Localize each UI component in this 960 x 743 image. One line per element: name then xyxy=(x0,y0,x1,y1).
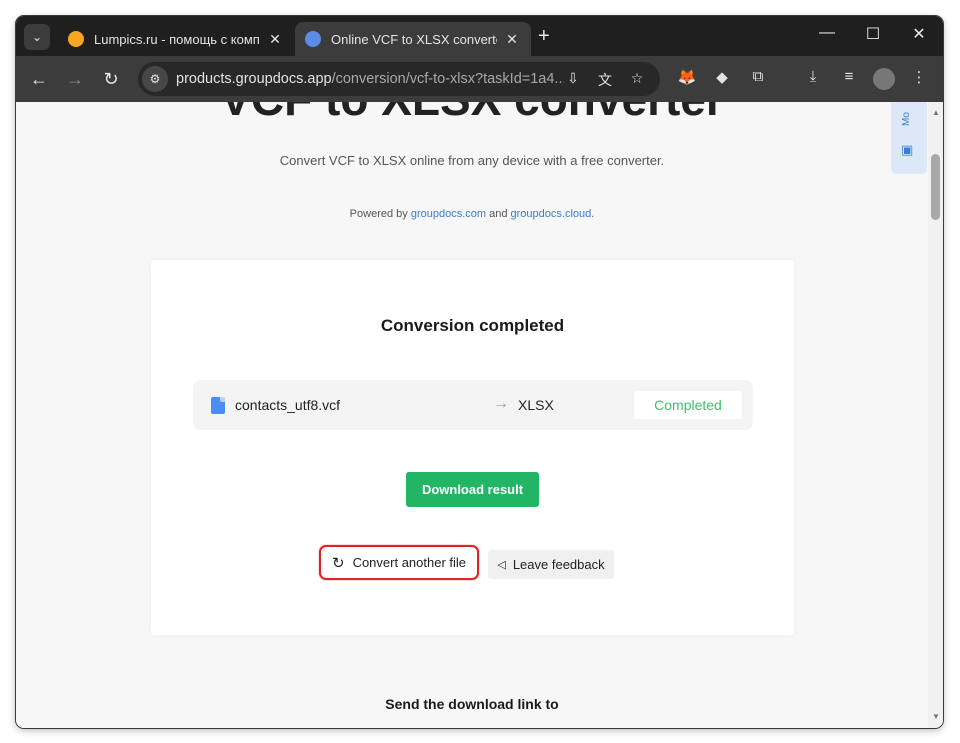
tab-search-button[interactable]: ⌄ xyxy=(24,24,50,50)
file-name: contacts_utf8.vcf xyxy=(235,397,341,413)
scroll-thumb[interactable] xyxy=(931,154,940,220)
target-format: XLSX xyxy=(518,397,554,413)
arrow-left-icon: ← xyxy=(30,68,48,89)
groupdocs-favicon-icon xyxy=(305,31,321,47)
tab-lumpics[interactable]: Lumpics.ru - помощь с компью ✕ xyxy=(58,22,294,56)
file-icon xyxy=(211,397,225,414)
convert-another-label: Convert another file xyxy=(352,555,467,570)
install-app-icon[interactable]: ⇩ xyxy=(564,70,582,88)
extension-fox-icon[interactable]: 🦊 xyxy=(676,68,698,90)
close-icon[interactable]: ✕ xyxy=(503,31,521,48)
download-result-button[interactable]: Download result xyxy=(406,472,539,507)
url-text[interactable]: products.groupdocs.app/conversion/vcf-to… xyxy=(176,71,564,87)
chevron-down-icon: ⌄ xyxy=(31,30,43,44)
new-tab-button[interactable]: + xyxy=(538,25,550,48)
arrow-right-icon: → xyxy=(66,68,84,89)
scroll-up-icon[interactable]: ▲ xyxy=(932,108,940,117)
maximize-button[interactable]: ☐ xyxy=(858,24,888,44)
leave-feedback-label: Leave feedback xyxy=(512,557,605,572)
arrow-right-icon: → xyxy=(493,395,509,412)
status-badge: Completed xyxy=(634,391,742,419)
url-host: products.groupdocs.app xyxy=(176,71,332,87)
back-button[interactable]: ← xyxy=(27,67,51,91)
groupdocs-cloud-link[interactable]: groupdocs.cloud xyxy=(511,208,592,220)
lumpics-favicon-icon xyxy=(68,31,84,47)
minimize-button[interactable]: — xyxy=(812,24,842,42)
speaker-icon: ◁ xyxy=(497,559,506,571)
page-title: VCF to XLSX converter xyxy=(16,102,928,126)
card-title: Conversion completed xyxy=(380,316,565,335)
page-content: VCF to XLSX converter Convert VCF to XLS… xyxy=(16,102,943,728)
side-widget[interactable]: Mo ▣ xyxy=(891,102,927,174)
profile-avatar[interactable] xyxy=(873,68,895,90)
app-icon: ▣ xyxy=(901,142,914,157)
refresh-icon: ↻ xyxy=(331,554,345,572)
tab-title: Lumpics.ru - помощь с компью xyxy=(94,31,260,47)
tab-groupdocs[interactable]: Online VCF to XLSX converter | G ✕ xyxy=(295,22,531,56)
reload-icon: ↻ xyxy=(103,68,119,89)
extension-shield-icon[interactable]: ◆ xyxy=(711,68,733,90)
tab-title: Online VCF to XLSX converter | G xyxy=(331,31,497,47)
conversion-card: Conversion completed contacts_utf8.vcf →… xyxy=(151,260,794,635)
forward-button[interactable]: → xyxy=(63,67,87,91)
powered-and: and xyxy=(489,208,508,220)
tab-strip: ⌄ Lumpics.ru - помощь с компью ✕ Online … xyxy=(16,16,943,56)
menu-kebab-icon[interactable]: ⋮ xyxy=(908,68,930,90)
reload-button[interactable]: ↻ xyxy=(99,67,123,91)
powered-by: Powered by groupdocs.com and groupdocs.c… xyxy=(349,208,595,220)
browser-toolbar: ← → ↻ ⚙ products.groupdocs.app/conversio… xyxy=(16,56,943,102)
close-window-button[interactable]: ✕ xyxy=(904,24,934,44)
groupdocs-com-link[interactable]: groupdocs.com xyxy=(411,208,486,220)
powered-prefix: Powered by xyxy=(349,208,408,220)
media-control-icon[interactable]: ≡ xyxy=(838,68,860,90)
site-info-icon[interactable]: ⚙ xyxy=(142,66,168,92)
scroll-down-icon[interactable]: ▼ xyxy=(932,712,940,721)
leave-feedback-button[interactable]: ◁ Leave feedback xyxy=(488,550,614,579)
bookmark-star-icon[interactable]: ☆ xyxy=(628,70,646,88)
download-icon[interactable]: ⤓ xyxy=(802,68,824,90)
address-bar[interactable]: ⚙ products.groupdocs.app/conversion/vcf-… xyxy=(138,62,660,96)
convert-another-file-button[interactable]: ↻ Convert another file xyxy=(319,545,479,580)
close-icon[interactable]: ✕ xyxy=(266,31,284,48)
page-subtitle: Convert VCF to XLSX online from any devi… xyxy=(279,153,665,168)
translate-icon[interactable]: 文 xyxy=(596,70,614,88)
url-path: /conversion/vcf-to-xlsx?taskId=1a4... xyxy=(331,71,564,87)
side-widget-label: Mo xyxy=(901,112,912,126)
scrollbar[interactable]: ▲ ▼ xyxy=(928,102,943,728)
send-link-title: Send the download link to xyxy=(385,696,559,712)
extensions-puzzle-icon[interactable]: ⧉ xyxy=(747,68,769,90)
file-row: contacts_utf8.vcf → XLSX Completed xyxy=(193,380,753,430)
browser-window: ⌄ Lumpics.ru - помощь с компью ✕ Online … xyxy=(16,16,943,728)
